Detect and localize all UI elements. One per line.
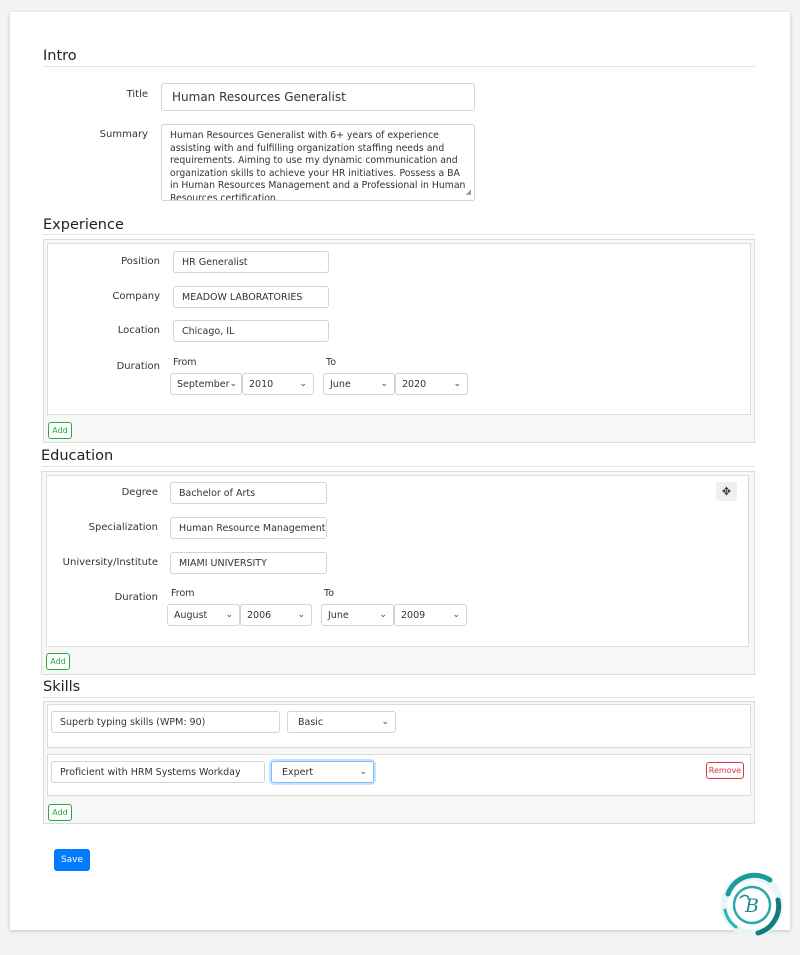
education-heading: Education — [41, 448, 114, 464]
chevron-down-icon: ⌄ — [380, 379, 388, 389]
edu-duration-label: Duration — [114, 592, 158, 603]
edu-from-label: From — [171, 588, 195, 599]
edu-to-label: To — [324, 588, 335, 599]
edu-from-year-value: 2006 — [247, 609, 272, 621]
chevron-down-icon: ⌄ — [379, 610, 387, 620]
company-input[interactable]: MEADOW LABORATORIES — [173, 286, 329, 308]
title-input[interactable]: Human Resources Generalist — [161, 83, 475, 111]
add-education-button[interactable]: Add — [46, 653, 70, 670]
skill-level-select[interactable]: Expert ⌄ — [271, 761, 374, 783]
exp-to-month-select[interactable]: June ⌄ — [323, 373, 395, 395]
edu-to-year-value: 2009 — [401, 609, 426, 621]
skills-divider — [43, 697, 755, 698]
edu-from-month-value: August — [174, 609, 208, 621]
skill-name-input[interactable]: Superb typing skills (WPM: 90) — [51, 711, 280, 733]
specialization-input[interactable]: Human Resource Management — [170, 517, 327, 539]
education-divider — [41, 466, 755, 467]
intro-divider — [43, 66, 755, 67]
degree-input[interactable]: Bachelor of Arts — [170, 482, 327, 504]
move-icon: ✥ — [721, 485, 732, 498]
summary-textarea[interactable]: Human Resources Generalist with 6+ years… — [161, 124, 475, 201]
chevron-down-icon: ⌄ — [299, 379, 307, 389]
skill-level-select[interactable]: Basic ⌄ — [287, 711, 396, 733]
edu-to-month-value: June — [328, 609, 349, 621]
chevron-down-icon: ⌄ — [452, 610, 460, 620]
save-button[interactable]: Save — [54, 849, 90, 871]
exp-to-year-value: 2020 — [402, 378, 427, 390]
experience-divider — [43, 234, 755, 235]
exp-from-year-select[interactable]: 2010 ⌄ — [242, 373, 314, 395]
summary-text: Human Resources Generalist with 6+ years… — [170, 130, 466, 201]
intro-heading: Intro — [43, 48, 77, 64]
chevron-down-icon: ⌄ — [381, 717, 389, 727]
university-input[interactable]: MIAMI UNIVERSITY — [170, 552, 327, 574]
skills-heading: Skills — [43, 679, 81, 695]
exp-from-month-select[interactable]: September ⌄ — [170, 373, 242, 395]
edu-to-month-select[interactable]: June ⌄ — [321, 604, 394, 626]
company-label: Company — [112, 291, 160, 302]
exp-to-month-value: June — [330, 378, 351, 390]
chevron-down-icon: ⌄ — [297, 610, 305, 620]
to-label: To — [326, 357, 337, 368]
skill-level-value: Basic — [298, 716, 324, 728]
title-label: Title — [126, 89, 148, 100]
duration-label: Duration — [116, 361, 160, 372]
summary-label: Summary — [99, 129, 148, 140]
degree-label: Degree — [121, 487, 158, 498]
position-input[interactable]: HR Generalist — [173, 251, 329, 273]
resume-form-card: Intro Title Human Resources Generalist S… — [10, 12, 790, 937]
exp-to-year-select[interactable]: 2020 ⌄ — [395, 373, 468, 395]
edu-to-year-select[interactable]: 2009 ⌄ — [394, 604, 467, 626]
resize-handle-icon[interactable]: ◢ — [466, 186, 471, 199]
specialization-label: Specialization — [88, 522, 158, 533]
chevron-down-icon: ⌄ — [359, 767, 367, 777]
svg-text:B: B — [744, 895, 759, 917]
position-label: Position — [121, 256, 160, 267]
chevron-down-icon: ⌄ — [453, 379, 461, 389]
edu-from-year-select[interactable]: 2006 ⌄ — [240, 604, 312, 626]
add-skill-button[interactable]: Add — [48, 804, 72, 821]
location-label: Location — [117, 325, 160, 336]
move-education-button[interactable]: ✥ — [716, 482, 737, 501]
chevron-down-icon: ⌄ — [229, 379, 238, 389]
skill-level-value: Expert — [282, 766, 314, 778]
from-label: From — [173, 357, 197, 368]
remove-skill-button[interactable]: Remove — [706, 762, 744, 779]
exp-from-year-value: 2010 — [249, 378, 274, 390]
exp-from-month-value: September — [177, 378, 230, 390]
edu-from-month-select[interactable]: August ⌄ — [167, 604, 240, 626]
add-experience-button[interactable]: Add — [48, 422, 72, 439]
chevron-down-icon: ⌄ — [225, 610, 233, 620]
university-label: University/Institute — [62, 557, 158, 568]
brand-logo-icon: B — [720, 872, 784, 937]
brand-logo: B — [718, 872, 786, 938]
skill-name-input[interactable]: Proficient with HRM Systems Workday — [51, 761, 265, 783]
location-input[interactable]: Chicago, IL — [173, 320, 329, 342]
experience-heading: Experience — [43, 217, 124, 233]
